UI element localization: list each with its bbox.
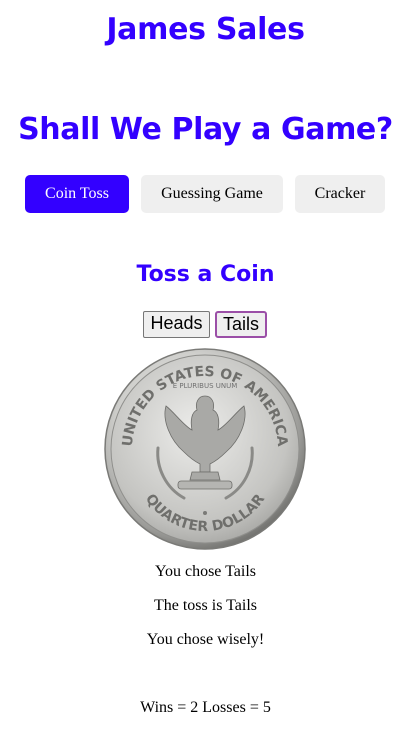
tab-guessing-game[interactable]: Guessing Game bbox=[141, 175, 283, 213]
score-text: Wins = 2 Losses = 5 bbox=[140, 699, 271, 716]
toss-result-text: The toss is Tails bbox=[153, 597, 258, 614]
verdict-text: You chose wisely! bbox=[146, 631, 265, 648]
page-title: Shall We Play a Game? bbox=[18, 112, 393, 147]
heads-button[interactable]: Heads bbox=[143, 311, 210, 338]
section-title: Toss a Coin bbox=[136, 262, 275, 287]
coin-tails-icon: UNITED STATES OF AMERICA QUARTER DOLLAR … bbox=[104, 348, 306, 550]
tab-cracker[interactable]: Cracker bbox=[295, 175, 385, 213]
tails-button[interactable]: Tails bbox=[215, 311, 267, 338]
tab-coin-toss[interactable]: Coin Toss bbox=[25, 175, 129, 213]
user-choice-text: You chose Tails bbox=[155, 563, 256, 580]
site-title: James Sales bbox=[106, 12, 305, 47]
coin-motto: E PLURIBUS UNUM bbox=[173, 382, 238, 390]
